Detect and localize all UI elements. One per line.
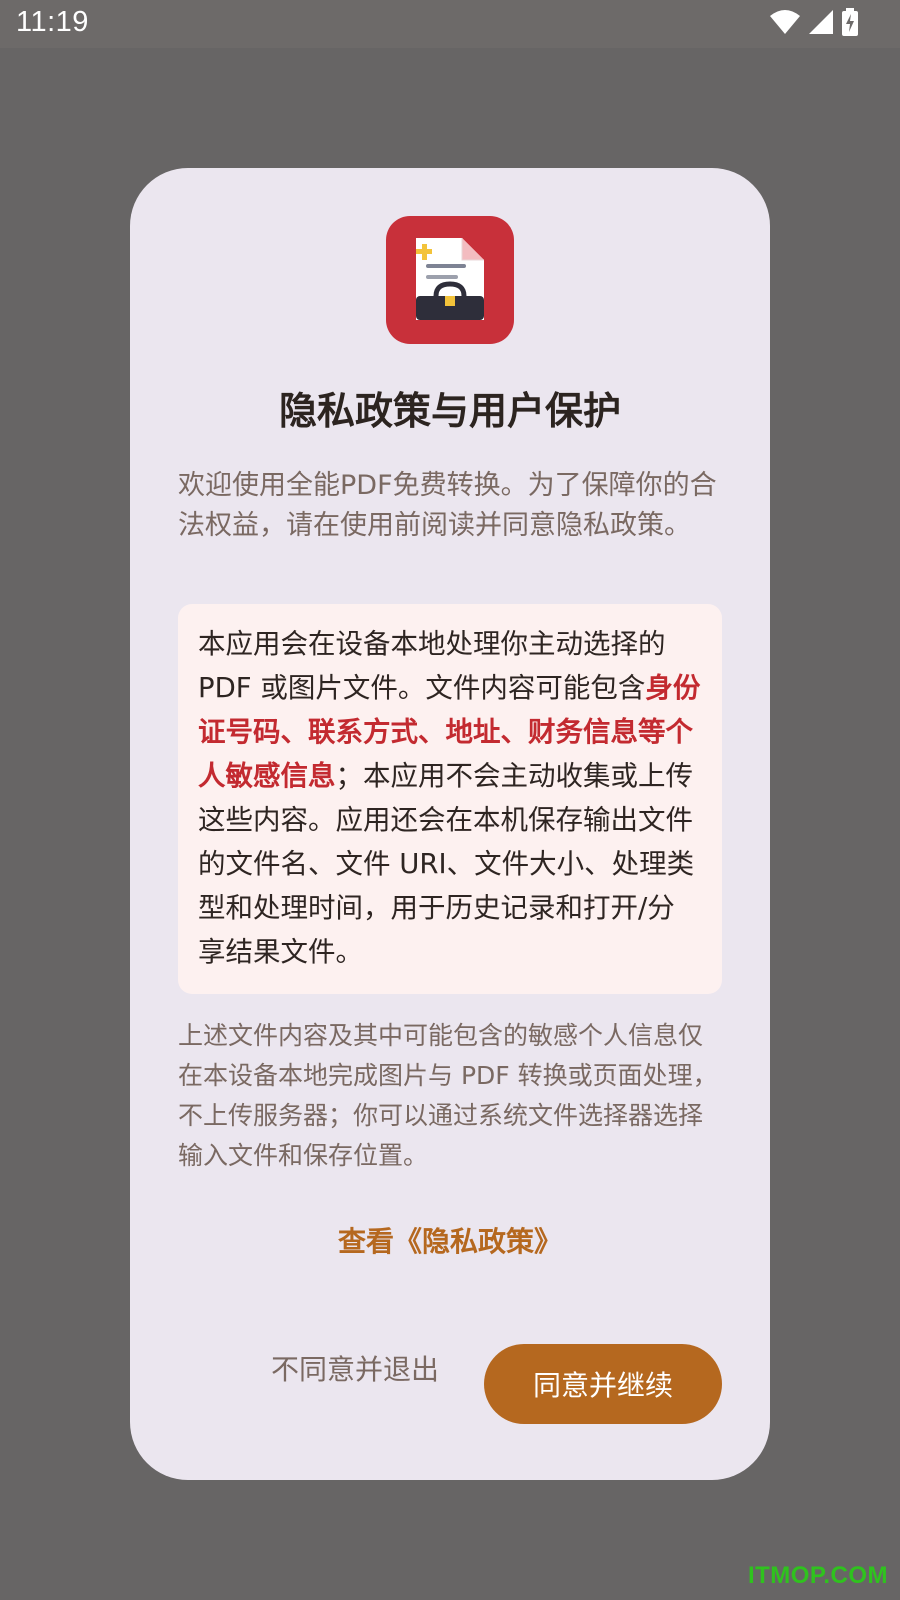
privacy-policy-link[interactable]: 查看《隐私政策》 <box>130 1220 770 1260</box>
watermark: ITMOP.COM <box>747 1562 888 1589</box>
decline-button[interactable]: 不同意并退出 <box>258 1344 452 1392</box>
pdf-converter-app-icon <box>386 216 514 344</box>
cellular-signal-icon <box>808 9 834 35</box>
status-icons <box>770 8 858 36</box>
dialog-title: 隐私政策与用户保护 <box>278 389 621 433</box>
status-bar: 11:19 <box>0 0 900 48</box>
sensitive-info-notice: 本应用会在设备本地处理你主动选择的PDF 或图片文件。文件内容可能包含身份证号码… <box>178 604 722 994</box>
notice-text-part1: 本应用会在设备本地处理你主动选择的PDF 或图片文件。文件内容可能包含 <box>198 628 666 704</box>
battery-charging-icon <box>842 8 858 36</box>
agree-button[interactable]: 同意并继续 <box>484 1344 722 1424</box>
local-processing-text: 上述文件内容及其中可能包含的敏感个人信息仅在本设备本地完成图片与 PDF 转换或… <box>178 1021 718 1170</box>
wifi-icon <box>770 9 800 35</box>
privacy-dialog: 隐私政策与用户保护 欢迎使用全能PDF免费转换。为了保障你的合法权益，请在使用前… <box>130 168 770 1480</box>
status-time: 11:19 <box>16 6 89 38</box>
notice-text: 本应用会在设备本地处理你主动选择的PDF 或图片文件。文件内容可能包含身份证号码… <box>198 622 702 974</box>
intro-text: 欢迎使用全能PDF免费转换。为了保障你的合法权益，请在使用前阅读并同意隐私政策。 <box>178 470 717 541</box>
